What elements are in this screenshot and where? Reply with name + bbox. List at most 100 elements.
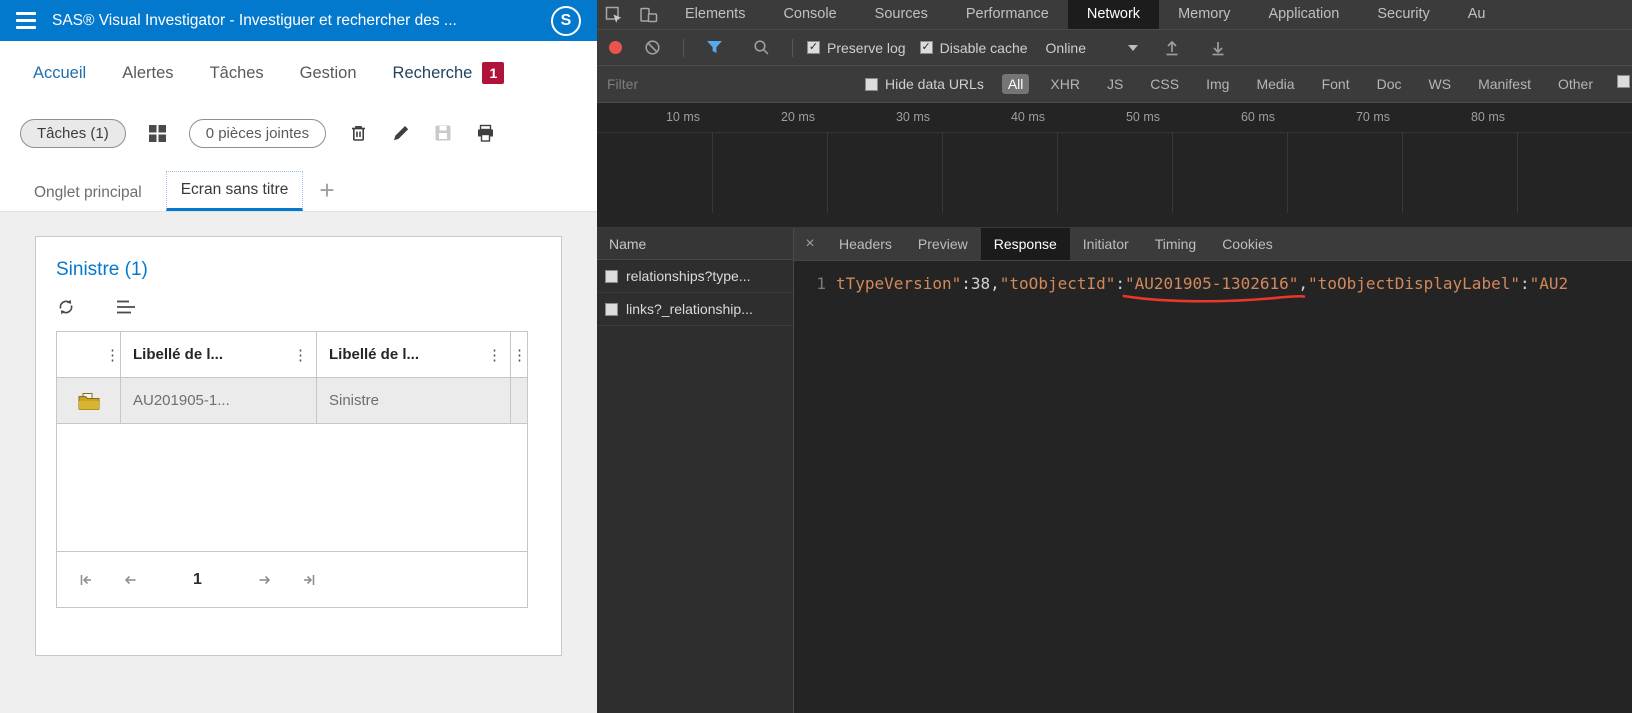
detail-tab-headers[interactable]: Headers <box>826 228 905 260</box>
detail-tab-response[interactable]: Response <box>980 228 1070 260</box>
request-detail-pane: × Headers Preview Response Initiator Tim… <box>794 228 1632 713</box>
kebab-menu-icon[interactable]: ⋮ <box>293 346 308 364</box>
table-cell-object-type[interactable]: Sinistre <box>317 378 511 424</box>
trash-icon[interactable] <box>348 123 369 144</box>
save-icon[interactable] <box>433 123 453 143</box>
column-header-menu: ⋮ <box>57 332 121 378</box>
import-har-icon[interactable] <box>1156 39 1188 56</box>
hamburger-menu-icon[interactable] <box>16 12 36 29</box>
first-page-button[interactable] <box>77 571 95 589</box>
detail-tab-initiator[interactable]: Initiator <box>1070 228 1142 260</box>
response-token: "toObjectDisplayLabel" <box>1308 274 1520 293</box>
network-main-split: Name relationships?type... links?_relati… <box>597 228 1632 713</box>
inspect-element-icon[interactable] <box>597 0 631 29</box>
request-type-filters: All XHR JS CSS Img Media Font Doc WS Man… <box>1001 74 1599 94</box>
column-resize-handle[interactable]: ⋮ <box>511 332 527 378</box>
last-page-button[interactable] <box>300 571 318 589</box>
nav-item-taches[interactable]: Tâches <box>210 64 264 83</box>
filter-input[interactable] <box>607 76 847 92</box>
kebab-menu-icon[interactable]: ⋮ <box>487 346 502 364</box>
clear-network-log-icon[interactable] <box>636 39 669 56</box>
filter-funnel-icon[interactable] <box>698 40 731 55</box>
detail-tab-cookies[interactable]: Cookies <box>1209 228 1286 260</box>
devtools-tab-console[interactable]: Console <box>764 0 855 29</box>
filter-chip-all[interactable]: All <box>1001 74 1030 94</box>
filter-chip-js[interactable]: JS <box>1101 74 1129 94</box>
checkbox-unchecked[interactable] <box>605 302 618 316</box>
devtools-tab-audits[interactable]: Au <box>1449 0 1505 29</box>
export-har-icon[interactable] <box>1202 39 1234 56</box>
search-icon[interactable] <box>745 39 778 56</box>
filter-chip-img[interactable]: Img <box>1200 74 1235 94</box>
preserve-log-checkbox[interactable]: ✓ Preserve log <box>807 40 906 56</box>
filter-chip-doc[interactable]: Doc <box>1371 74 1408 94</box>
response-token: "AU2 <box>1529 274 1569 293</box>
disable-cache-checkbox[interactable]: ✓ Disable cache <box>919 39 1028 56</box>
nav-item-recherche[interactable]: Recherche 1 <box>393 62 505 84</box>
detail-tab-preview[interactable]: Preview <box>905 228 981 260</box>
grid-icon[interactable] <box>148 124 167 143</box>
response-token: : <box>1115 274 1126 293</box>
devtools-tab-elements[interactable]: Elements <box>666 0 764 29</box>
filter-chip-ws[interactable]: WS <box>1423 74 1458 94</box>
filter-chip-other[interactable]: Other <box>1552 74 1599 94</box>
toolbar-separator <box>792 38 793 57</box>
checkbox-unchecked[interactable] <box>605 269 618 283</box>
devtools-tab-security[interactable]: Security <box>1358 0 1448 29</box>
print-icon[interactable] <box>475 123 496 144</box>
table-row-end-cell <box>511 378 527 424</box>
devtools-tab-sources[interactable]: Sources <box>856 0 947 29</box>
network-overview-timeline: 10 ms 20 ms 30 ms 40 ms 50 ms 60 ms 70 m… <box>597 103 1632 228</box>
response-token: : <box>961 274 971 293</box>
record-network-log-button[interactable] <box>609 41 622 54</box>
devtools-tab-network[interactable]: Network <box>1067 0 1160 29</box>
add-tab-button[interactable]: + <box>313 177 344 211</box>
column-header-libelle-1[interactable]: Libellé de l... ⋮ <box>121 332 317 378</box>
filter-chip-font[interactable]: Font <box>1316 74 1356 94</box>
device-toolbar-icon[interactable] <box>631 0 666 29</box>
tasks-pill-button[interactable]: Tâches (1) <box>20 118 126 148</box>
tab-onglet-principal[interactable]: Onglet principal <box>20 175 156 211</box>
table-cell-object-id[interactable]: AU201905-1... <box>121 378 317 424</box>
pagination-bar: 1 <box>57 552 527 607</box>
close-detail-icon[interactable]: × <box>794 228 826 260</box>
request-row-links[interactable]: links?_relationship... <box>597 293 793 326</box>
filter-chip-xhr[interactable]: XHR <box>1044 74 1086 94</box>
hide-data-urls-checkbox[interactable]: Hide data URLs <box>865 76 984 92</box>
devtools-tab-memory[interactable]: Memory <box>1159 0 1249 29</box>
name-column-header[interactable]: Name <box>597 228 793 260</box>
timeline-tick-label: 30 ms <box>895 110 930 124</box>
request-name: relationships?type... <box>626 268 751 284</box>
filter-chip-manifest[interactable]: Manifest <box>1472 74 1537 94</box>
task-toolbar: Tâches (1) 0 pièces jointes <box>0 105 597 161</box>
disable-cache-label: Disable cache <box>939 39 1028 56</box>
kebab-menu-icon[interactable]: ⋮ <box>105 346 120 364</box>
timeline-gridline <box>712 133 713 213</box>
devtools-tab-application[interactable]: Application <box>1249 0 1358 29</box>
filter-chip-css[interactable]: CSS <box>1144 74 1185 94</box>
response-token: , <box>990 274 1000 293</box>
next-page-button[interactable] <box>256 571 274 589</box>
detail-tab-timing[interactable]: Timing <box>1142 228 1210 260</box>
nav-item-alertes[interactable]: Alertes <box>122 64 173 83</box>
clipped-checkbox[interactable] <box>1617 75 1630 88</box>
requests-list: Name relationships?type... links?_relati… <box>597 228 794 713</box>
filter-chip-media[interactable]: Media <box>1250 74 1300 94</box>
pencil-icon[interactable] <box>391 123 411 143</box>
throttling-dropdown[interactable]: Online <box>1042 40 1142 56</box>
tab-ecran-sans-titre[interactable]: Ecran sans titre <box>165 171 304 211</box>
network-filter-bar: Hide data URLs All XHR JS CSS Img Media … <box>597 66 1632 103</box>
request-name: links?_relationship... <box>626 301 753 317</box>
devtools-tab-performance[interactable]: Performance <box>947 0 1068 29</box>
attachments-pill-button[interactable]: 0 pièces jointes <box>188 118 327 148</box>
request-row-relationships[interactable]: relationships?type... <box>597 260 793 293</box>
nav-item-accueil[interactable]: Accueil <box>33 64 86 83</box>
table-row-icon-cell[interactable] <box>57 378 121 424</box>
nav-item-gestion[interactable]: Gestion <box>300 64 357 83</box>
column-header-libelle-2[interactable]: Libellé de l... ⋮ <box>317 332 511 378</box>
previous-page-button[interactable] <box>121 571 139 589</box>
refresh-icon[interactable] <box>56 297 76 317</box>
list-icon[interactable] <box>116 299 136 315</box>
sinistre-panel: Sinistre (1) ⋮ Libellé de l... ⋮ Libellé… <box>35 236 562 656</box>
document-tabstrip: Onglet principal Ecran sans titre + <box>0 161 597 212</box>
